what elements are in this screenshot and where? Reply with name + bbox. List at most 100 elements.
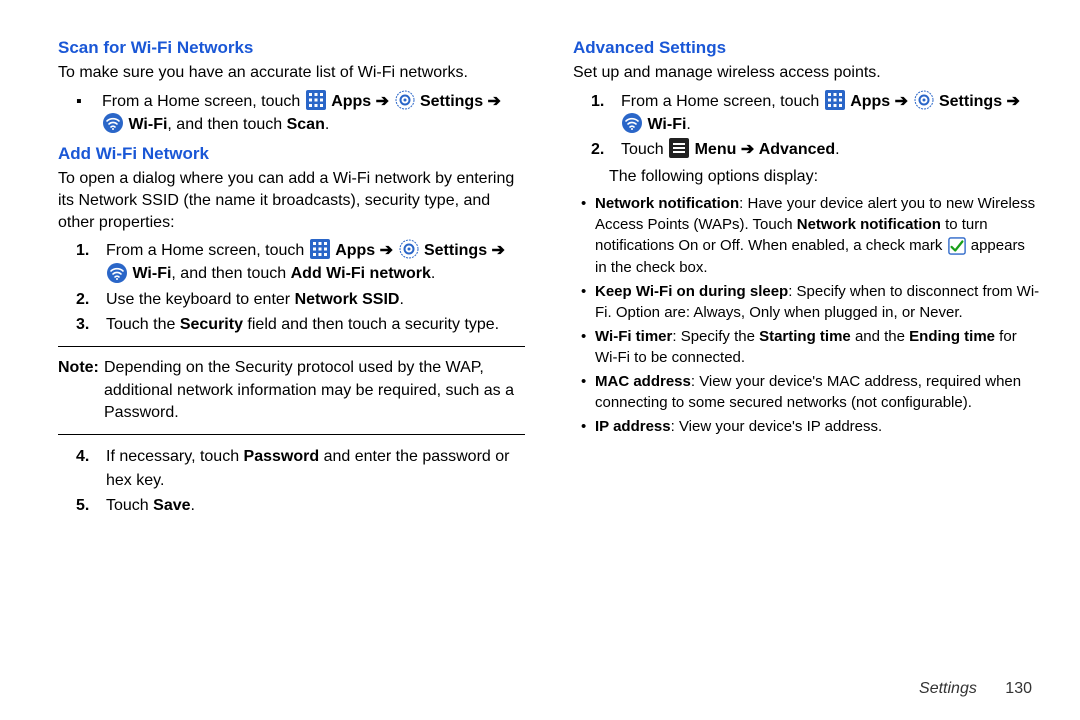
save-label: Save — [153, 497, 190, 514]
divider — [58, 346, 525, 347]
option-title: Wi-Fi timer — [595, 328, 672, 345]
bullet-icon: • — [581, 371, 595, 413]
para-scan: To make sure you have an accurate list o… — [58, 62, 525, 84]
text: Touch the — [106, 316, 180, 333]
apps-label: Apps — [335, 242, 375, 259]
option-title: Network notification — [595, 195, 739, 212]
wifi-label: Wi-Fi — [128, 116, 167, 133]
opt-keep-wifi-sleep: • Keep Wi-Fi on during sleep: Specify wh… — [573, 281, 1040, 323]
text: field and then touch a security type. — [243, 316, 499, 333]
bullet-icon: • — [581, 281, 595, 323]
divider — [58, 434, 525, 435]
add-step-5: 5. Touch Save. — [58, 494, 525, 517]
settings-icon — [914, 90, 934, 113]
add-step-2: 2. Use the keyboard to enter Network SSI… — [58, 288, 525, 311]
arrow-icon: ➔ — [492, 242, 505, 259]
text: and the — [851, 328, 909, 345]
bullet-icon: • — [581, 193, 595, 278]
step-text: If necessary, touch Password and enter t… — [106, 445, 525, 491]
left-column: Scan for Wi-Fi Networks To make sure you… — [58, 30, 549, 700]
footer-section: Settings — [919, 680, 977, 697]
settings-label: Settings — [420, 93, 483, 110]
option-text: Keep Wi-Fi on during sleep: Specify when… — [595, 281, 1040, 323]
text: From a Home screen, touch — [621, 93, 824, 110]
menu-label: Menu — [695, 141, 737, 158]
step-number: 2. — [591, 138, 621, 161]
advanced-label: Advanced — [759, 141, 835, 158]
opt-mac-address: • MAC address: View your device's MAC ad… — [573, 371, 1040, 413]
arrow-icon: ➔ — [741, 141, 754, 158]
scan-step: ▪ From a Home screen, touch Apps ➔ Setti… — [58, 90, 525, 137]
text: From a Home screen, touch — [102, 93, 305, 110]
text: : Specify the — [672, 328, 759, 345]
adv-step-2: 2. Touch Menu ➔ Advanced. — [573, 138, 1040, 161]
scan-label: Scan — [287, 116, 325, 133]
note-block: Note: Depending on the Security protocol… — [58, 357, 525, 424]
ssid-label: Network SSID — [295, 291, 400, 308]
footer-page-number: 130 — [1005, 680, 1032, 697]
arrow-icon: ➔ — [1007, 93, 1020, 110]
manual-page: Scan for Wi-Fi Networks To make sure you… — [0, 0, 1080, 720]
apps-icon — [306, 90, 326, 113]
option-title: Keep Wi-Fi on during sleep — [595, 283, 788, 300]
apps-icon — [825, 90, 845, 113]
option-text: Wi-Fi timer: Specify the Starting time a… — [595, 326, 1040, 368]
note-text: Depending on the Security protocol used … — [104, 357, 525, 424]
option-title: MAC address — [595, 373, 691, 390]
right-column: Advanced Settings Set up and manage wire… — [549, 30, 1040, 700]
adv-step-1: 1. From a Home screen, touch Apps ➔ Sett… — [573, 90, 1040, 137]
opt-wifi-timer: • Wi-Fi timer: Specify the Starting time… — [573, 326, 1040, 368]
password-label: Password — [244, 448, 320, 465]
para-advanced: Set up and manage wireless access points… — [573, 62, 1040, 84]
arrow-icon: ➔ — [488, 93, 501, 110]
add-step-1: 1. From a Home screen, touch Apps ➔ Sett… — [58, 239, 525, 286]
step-number: 1. — [591, 90, 621, 137]
apps-icon — [310, 239, 330, 262]
step-text: Touch Menu ➔ Advanced. — [621, 138, 840, 161]
arrow-icon: ➔ — [376, 93, 389, 110]
option-text: IP address: View your device's IP addres… — [595, 416, 882, 437]
step-number: 5. — [76, 494, 106, 517]
text: From a Home screen, touch — [106, 242, 309, 259]
note-label: Note: — [58, 357, 104, 424]
opt-ip-address: • IP address: View your device's IP addr… — [573, 416, 1040, 437]
opt-network-notification: • Network notification: Have your device… — [573, 193, 1040, 278]
heading-advanced: Advanced Settings — [573, 38, 1040, 58]
step-text: From a Home screen, touch Apps ➔ Setting… — [106, 239, 525, 286]
arrow-icon: ➔ — [380, 242, 393, 259]
text: , and then touch — [167, 116, 286, 133]
step-text: From a Home screen, touch Apps ➔ Setting… — [621, 90, 1040, 137]
add-step-4: 4. If necessary, touch Password and ente… — [58, 445, 525, 491]
para-add: To open a dialog where you can add a Wi-… — [58, 168, 525, 233]
security-label: Security — [180, 316, 243, 333]
text: Touch — [621, 141, 668, 158]
scan-step-text: From a Home screen, touch Apps ➔ Setting… — [102, 90, 525, 137]
text: : View your device's IP address. — [671, 418, 883, 435]
checkmark-icon — [948, 236, 966, 257]
option-ref: Network notification — [797, 216, 941, 233]
option-text: MAC address: View your device's MAC addr… — [595, 371, 1040, 413]
wifi-icon — [107, 263, 127, 286]
text: , and then touch — [171, 265, 290, 282]
add-wifi-label: Add Wi-Fi network — [291, 265, 431, 282]
settings-label: Settings — [424, 242, 487, 259]
menu-icon — [669, 138, 689, 161]
settings-label: Settings — [939, 93, 1002, 110]
wifi-icon — [103, 113, 123, 136]
end-time-label: Ending time — [909, 328, 995, 345]
step-text: Use the keyboard to enter Network SSID. — [106, 288, 404, 311]
heading-add: Add Wi-Fi Network — [58, 144, 525, 164]
bullet-icon: • — [581, 326, 595, 368]
step-number: 2. — [76, 288, 106, 311]
page-footer: Settings 130 — [919, 680, 1032, 698]
wifi-label: Wi-Fi — [647, 116, 686, 133]
arrow-icon: ➔ — [895, 93, 908, 110]
para-following: The following options display: — [573, 166, 1040, 188]
bullet-icon: • — [581, 416, 595, 437]
step-text: Touch the Security field and then touch … — [106, 313, 499, 336]
option-title: IP address — [595, 418, 671, 435]
heading-scan: Scan for Wi-Fi Networks — [58, 38, 525, 58]
add-step-3: 3. Touch the Security field and then tou… — [58, 313, 525, 336]
step-number: 1. — [76, 239, 106, 286]
text: Use the keyboard to enter — [106, 291, 295, 308]
